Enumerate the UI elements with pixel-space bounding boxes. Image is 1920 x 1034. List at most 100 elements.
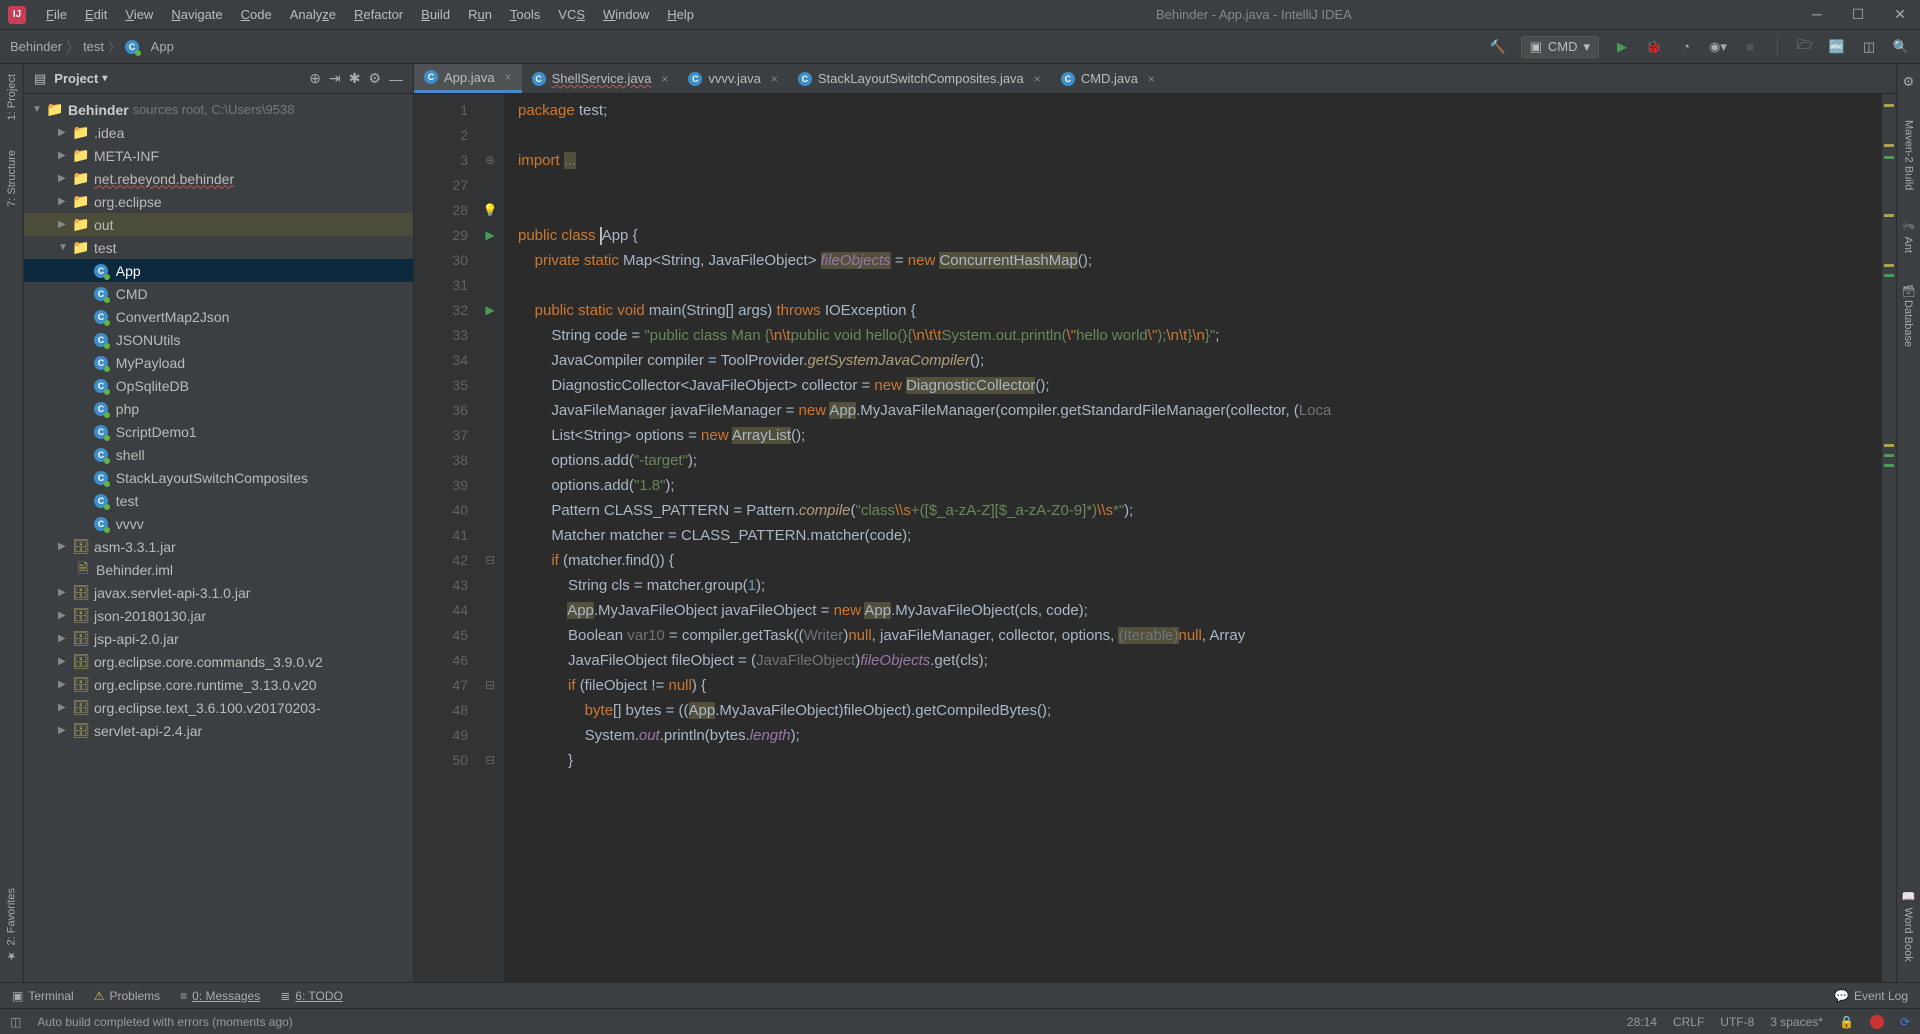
structure-icon[interactable]: ◫	[1860, 39, 1878, 55]
tool-ant[interactable]: 🐜 Ant	[1902, 220, 1915, 253]
tree-file-vvvv[interactable]: C vvvv	[24, 512, 413, 535]
project-tree[interactable]: ▼📁Behinder sources root, C:\Users\9538 ▶…	[24, 94, 413, 982]
close-tab-icon[interactable]: ×	[1034, 72, 1041, 86]
tool-database[interactable]: 🗃 Database	[1902, 283, 1915, 347]
tree-jar-jsp[interactable]: ▶🗄jsp-api-2.0.jar	[24, 627, 413, 650]
tree-file-script[interactable]: C ScriptDemo1	[24, 420, 413, 443]
build-icon[interactable]: 🔨	[1489, 39, 1507, 55]
line-ending[interactable]: CRLF	[1673, 1015, 1704, 1029]
tree-file-opsqlite[interactable]: C OpSqliteDB	[24, 374, 413, 397]
menu-refactor[interactable]: Refactor	[346, 3, 411, 26]
tree-file-test[interactable]: C test	[24, 489, 413, 512]
tab-shellservice[interactable]: CShellService.java×	[522, 64, 679, 93]
sync-icon[interactable]: ⟳	[1900, 1015, 1910, 1029]
encoding[interactable]: UTF-8	[1720, 1015, 1754, 1029]
menu-tools[interactable]: Tools	[502, 3, 548, 26]
tool-favorites[interactable]: ★ 2: Favorites	[5, 888, 18, 962]
hide-icon[interactable]: —	[389, 71, 403, 87]
minimize-icon[interactable]: ─	[1806, 6, 1828, 23]
git-icon[interactable]	[1870, 1015, 1884, 1029]
menu-edit[interactable]: Edit	[77, 3, 115, 26]
close-tab-icon[interactable]: ×	[1148, 72, 1155, 86]
error-stripe[interactable]	[1882, 94, 1896, 982]
run-icon[interactable]: ▶	[1613, 39, 1631, 55]
tab-cmd[interactable]: CCMD.java×	[1051, 64, 1165, 93]
vcs-icon[interactable]: 🗁	[1796, 36, 1814, 58]
tree-rebeyond[interactable]: ▶📁net.rebeyond.behinder	[24, 167, 413, 190]
locate-icon[interactable]: ⊕	[309, 70, 321, 87]
menu-window[interactable]: Window	[595, 3, 657, 26]
settings-icon[interactable]: ✱	[349, 70, 361, 87]
menu-navigate[interactable]: Navigate	[163, 3, 230, 26]
close-tab-icon[interactable]: ×	[771, 72, 778, 86]
tree-file-json[interactable]: C JSONUtils	[24, 328, 413, 351]
translate-icon[interactable]: 🔤	[1828, 39, 1846, 55]
cursor-position[interactable]: 28:14	[1627, 1015, 1657, 1029]
menu-help[interactable]: Help	[659, 3, 702, 26]
close-tab-icon[interactable]: ×	[505, 70, 512, 84]
tree-jar-json[interactable]: ▶🗄json-20180130.jar	[24, 604, 413, 627]
tool-problems[interactable]: ⚠ Problems	[94, 989, 160, 1003]
tool-wordbook[interactable]: 📖 Word Book	[1902, 891, 1915, 962]
tool-todo[interactable]: ≣ 6: TODO	[280, 989, 343, 1003]
menu-vcs[interactable]: VCS	[550, 3, 593, 26]
breadcrumb-project[interactable]: Behinder	[10, 39, 62, 54]
close-tab-icon[interactable]: ×	[661, 72, 668, 86]
tree-file-php[interactable]: C php	[24, 397, 413, 420]
tab-vvvv[interactable]: Cvvvv.java×	[678, 64, 788, 93]
close-icon[interactable]: ✕	[1888, 6, 1912, 23]
menu-analyze[interactable]: Analyze	[282, 3, 344, 26]
tree-file-stacklayout[interactable]: C StackLayoutSwitchComposites	[24, 466, 413, 489]
menu-view[interactable]: View	[117, 3, 161, 26]
tree-root[interactable]: ▼📁Behinder sources root, C:\Users\9538	[24, 98, 413, 121]
menu-run[interactable]: Run	[460, 3, 500, 26]
menu-build[interactable]: Build	[413, 3, 458, 26]
coverage-icon[interactable]: ◔	[1677, 39, 1695, 54]
breadcrumb-file[interactable]: C App	[125, 39, 174, 54]
debug-icon[interactable]: 🐞	[1645, 39, 1663, 55]
gear-icon[interactable]: ⚙	[1903, 74, 1915, 90]
maximize-icon[interactable]: ☐	[1846, 6, 1871, 23]
tool-maven[interactable]: Maven-2 Build	[1903, 120, 1915, 190]
stop-icon[interactable]: ■	[1741, 39, 1759, 54]
tree-out[interactable]: ▶📁out	[24, 213, 413, 236]
tree-metainf[interactable]: ▶📁META-INF	[24, 144, 413, 167]
collapse-icon[interactable]: ⇥	[329, 70, 341, 87]
tool-eventlog[interactable]: 💬 Event Log	[1834, 989, 1908, 1003]
tree-test[interactable]: ▼📁test	[24, 236, 413, 259]
search-icon[interactable]: 🔍	[1892, 39, 1910, 55]
gear-icon[interactable]: ⚙	[368, 70, 381, 87]
tree-file-mypayload[interactable]: C MyPayload	[24, 351, 413, 374]
tree-orgeclipse[interactable]: ▶📁org.eclipse	[24, 190, 413, 213]
tree-idea[interactable]: ▶📁.idea	[24, 121, 413, 144]
status-window-icon[interactable]: ◫	[10, 1015, 21, 1029]
tree-jar-text[interactable]: ▶🗄org.eclipse.text_3.6.100.v20170203-	[24, 696, 413, 719]
tree-iml[interactable]: 🗎Behinder.iml	[24, 558, 413, 581]
tree-file-convert[interactable]: C ConvertMap2Json	[24, 305, 413, 328]
indent-info[interactable]: 3 spaces*	[1770, 1015, 1823, 1029]
project-title[interactable]: Project ▾	[54, 71, 107, 86]
tool-project[interactable]: 1: Project	[6, 74, 18, 120]
gutter-icons[interactable]: ⊕ 💡▶ ▶ ⊟ ⊟ ⊟	[476, 94, 504, 982]
tree-jar-asm[interactable]: ▶🗄asm-3.3.1.jar	[24, 535, 413, 558]
tree-file-cmd[interactable]: C CMD	[24, 282, 413, 305]
profile-icon[interactable]: ◉▾	[1709, 39, 1727, 55]
tree-jar-servlet24[interactable]: ▶🗄servlet-api-2.4.jar	[24, 719, 413, 742]
tool-terminal[interactable]: ▣ Terminal	[12, 989, 74, 1003]
lock-icon[interactable]: 🔒	[1839, 1015, 1854, 1029]
run-config-selector[interactable]: ▣ CMD ▾	[1521, 36, 1599, 58]
breadcrumb-folder[interactable]: test	[83, 39, 104, 54]
tree-jar-runtime[interactable]: ▶🗄org.eclipse.core.runtime_3.13.0.v20	[24, 673, 413, 696]
code-editor[interactable]: package test; import ... public class Ap…	[504, 94, 1882, 982]
tab-app[interactable]: CApp.java×	[414, 64, 522, 93]
menu-code[interactable]: Code	[233, 3, 280, 26]
tab-stacklayout[interactable]: CStackLayoutSwitchComposites.java×	[788, 64, 1051, 93]
tool-structure[interactable]: 7: Structure	[6, 150, 18, 207]
tree-jar-commands[interactable]: ▶🗄org.eclipse.core.commands_3.9.0.v2	[24, 650, 413, 673]
tree-jar-servlet[interactable]: ▶🗄javax.servlet-api-3.1.0.jar	[24, 581, 413, 604]
tool-messages[interactable]: ≡ 0: Messages	[180, 989, 260, 1003]
tree-file-shell[interactable]: C shell	[24, 443, 413, 466]
tree-file-app[interactable]: C App	[24, 259, 413, 282]
line-gutter[interactable]: 1232728293031323334353637383940414243444…	[414, 94, 476, 982]
menu-file[interactable]: File	[38, 3, 75, 26]
